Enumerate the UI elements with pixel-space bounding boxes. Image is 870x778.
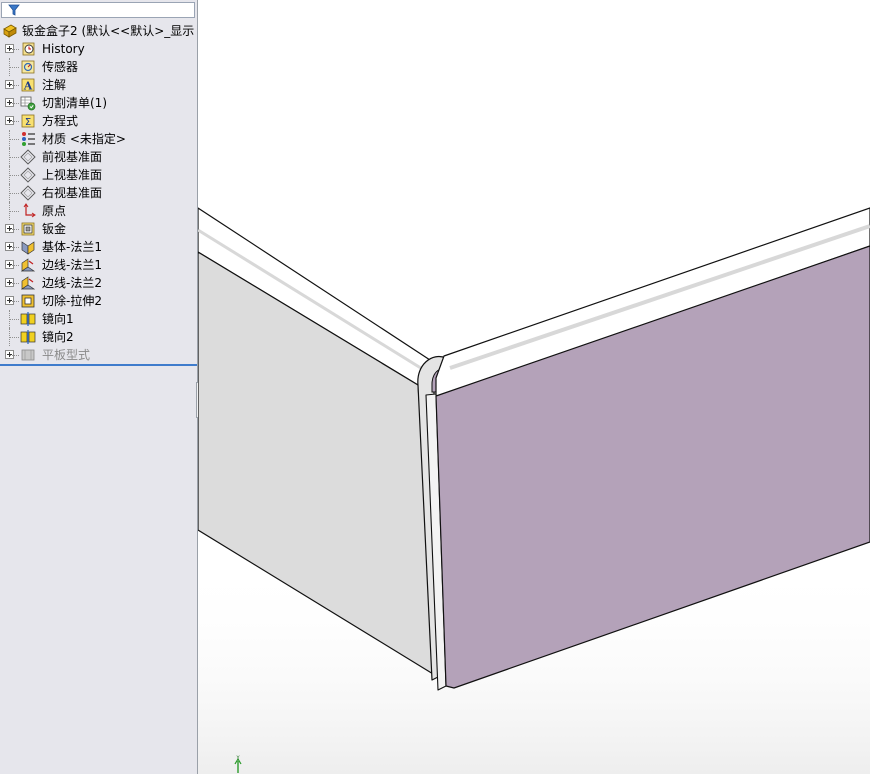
tree-item-mirror-2[interactable]: 镜向2 — [0, 328, 197, 346]
tree-item-top-plane[interactable]: 上视基准面 — [0, 166, 197, 184]
equation-icon: Σ — [21, 114, 35, 128]
view-triad: Y — [234, 756, 242, 773]
mirror-icon — [20, 312, 36, 326]
plane-icon — [20, 185, 36, 201]
tree-item-cut-extrude-2[interactable]: 切除-拉伸2 — [0, 292, 197, 310]
sensor-icon — [21, 60, 35, 74]
graphics-area[interactable] — [197, 0, 870, 774]
tree-item-right-plane[interactable]: 右视基准面 — [0, 184, 197, 202]
svg-text:A: A — [23, 80, 33, 93]
flat-pattern-icon — [21, 349, 35, 361]
tree-item-edge-flange-2[interactable]: 边线-法兰2 — [0, 274, 197, 292]
edge-flange-icon — [20, 258, 36, 272]
svg-text:Σ: Σ — [25, 117, 31, 128]
tree-item-equations[interactable]: Σ 方程式 — [0, 112, 197, 130]
plane-icon — [20, 167, 36, 183]
tree-item-edge-flange-1[interactable]: 边线-法兰1 — [0, 256, 197, 274]
tree-item-annotations[interactable]: A 注解 — [0, 76, 197, 94]
panel-separator — [0, 364, 197, 366]
base-flange-icon — [21, 241, 35, 255]
edge-flange-icon — [20, 276, 36, 290]
filter-icon[interactable] — [8, 4, 20, 16]
tree-root-label: 钣金盒子2 (默认<<默认>_显示 — [22, 24, 195, 38]
tree-item-mirror-1[interactable]: 镜向1 — [0, 310, 197, 328]
tree-item-base-flange-1[interactable]: 基体-法兰1 — [0, 238, 197, 256]
tree-item-sensors[interactable]: 传感器 — [0, 58, 197, 76]
sheet-metal-icon — [21, 222, 35, 236]
cut-extrude-icon — [21, 294, 35, 308]
sheetmetal-part-icon — [3, 24, 17, 38]
tree-item-flat-pattern[interactable]: 平板型式 — [0, 346, 197, 364]
history-icon — [22, 42, 35, 56]
mirror-icon — [20, 330, 36, 344]
tree-item-origin[interactable]: 原点 — [0, 202, 197, 220]
tree-root-part[interactable]: 钣金盒子2 (默认<<默认>_显示 — [0, 22, 197, 40]
tree-item-sheet-metal[interactable]: 钣金 — [0, 220, 197, 238]
material-icon — [22, 132, 35, 146]
triad-y-label: Y — [235, 756, 240, 762]
origin-icon — [23, 203, 36, 218]
plane-icon — [20, 149, 36, 165]
feature-manager-panel: 钣金盒子2 (默认<<默认>_显示 History 传感器 A 注解 切割清单(… — [0, 0, 198, 774]
tree-item-front-plane[interactable]: 前视基准面 — [0, 148, 197, 166]
tree-filter-bar[interactable] — [1, 2, 195, 18]
tree-item-history[interactable]: History — [0, 40, 197, 58]
annotation-icon: A — [21, 78, 35, 93]
cut-list-icon — [20, 96, 36, 111]
tree-item-material[interactable]: 材质 <未指定> — [0, 130, 197, 148]
part-model-view[interactable] — [197, 0, 870, 774]
tree-item-cut-list[interactable]: 切割清单(1) — [0, 94, 197, 112]
